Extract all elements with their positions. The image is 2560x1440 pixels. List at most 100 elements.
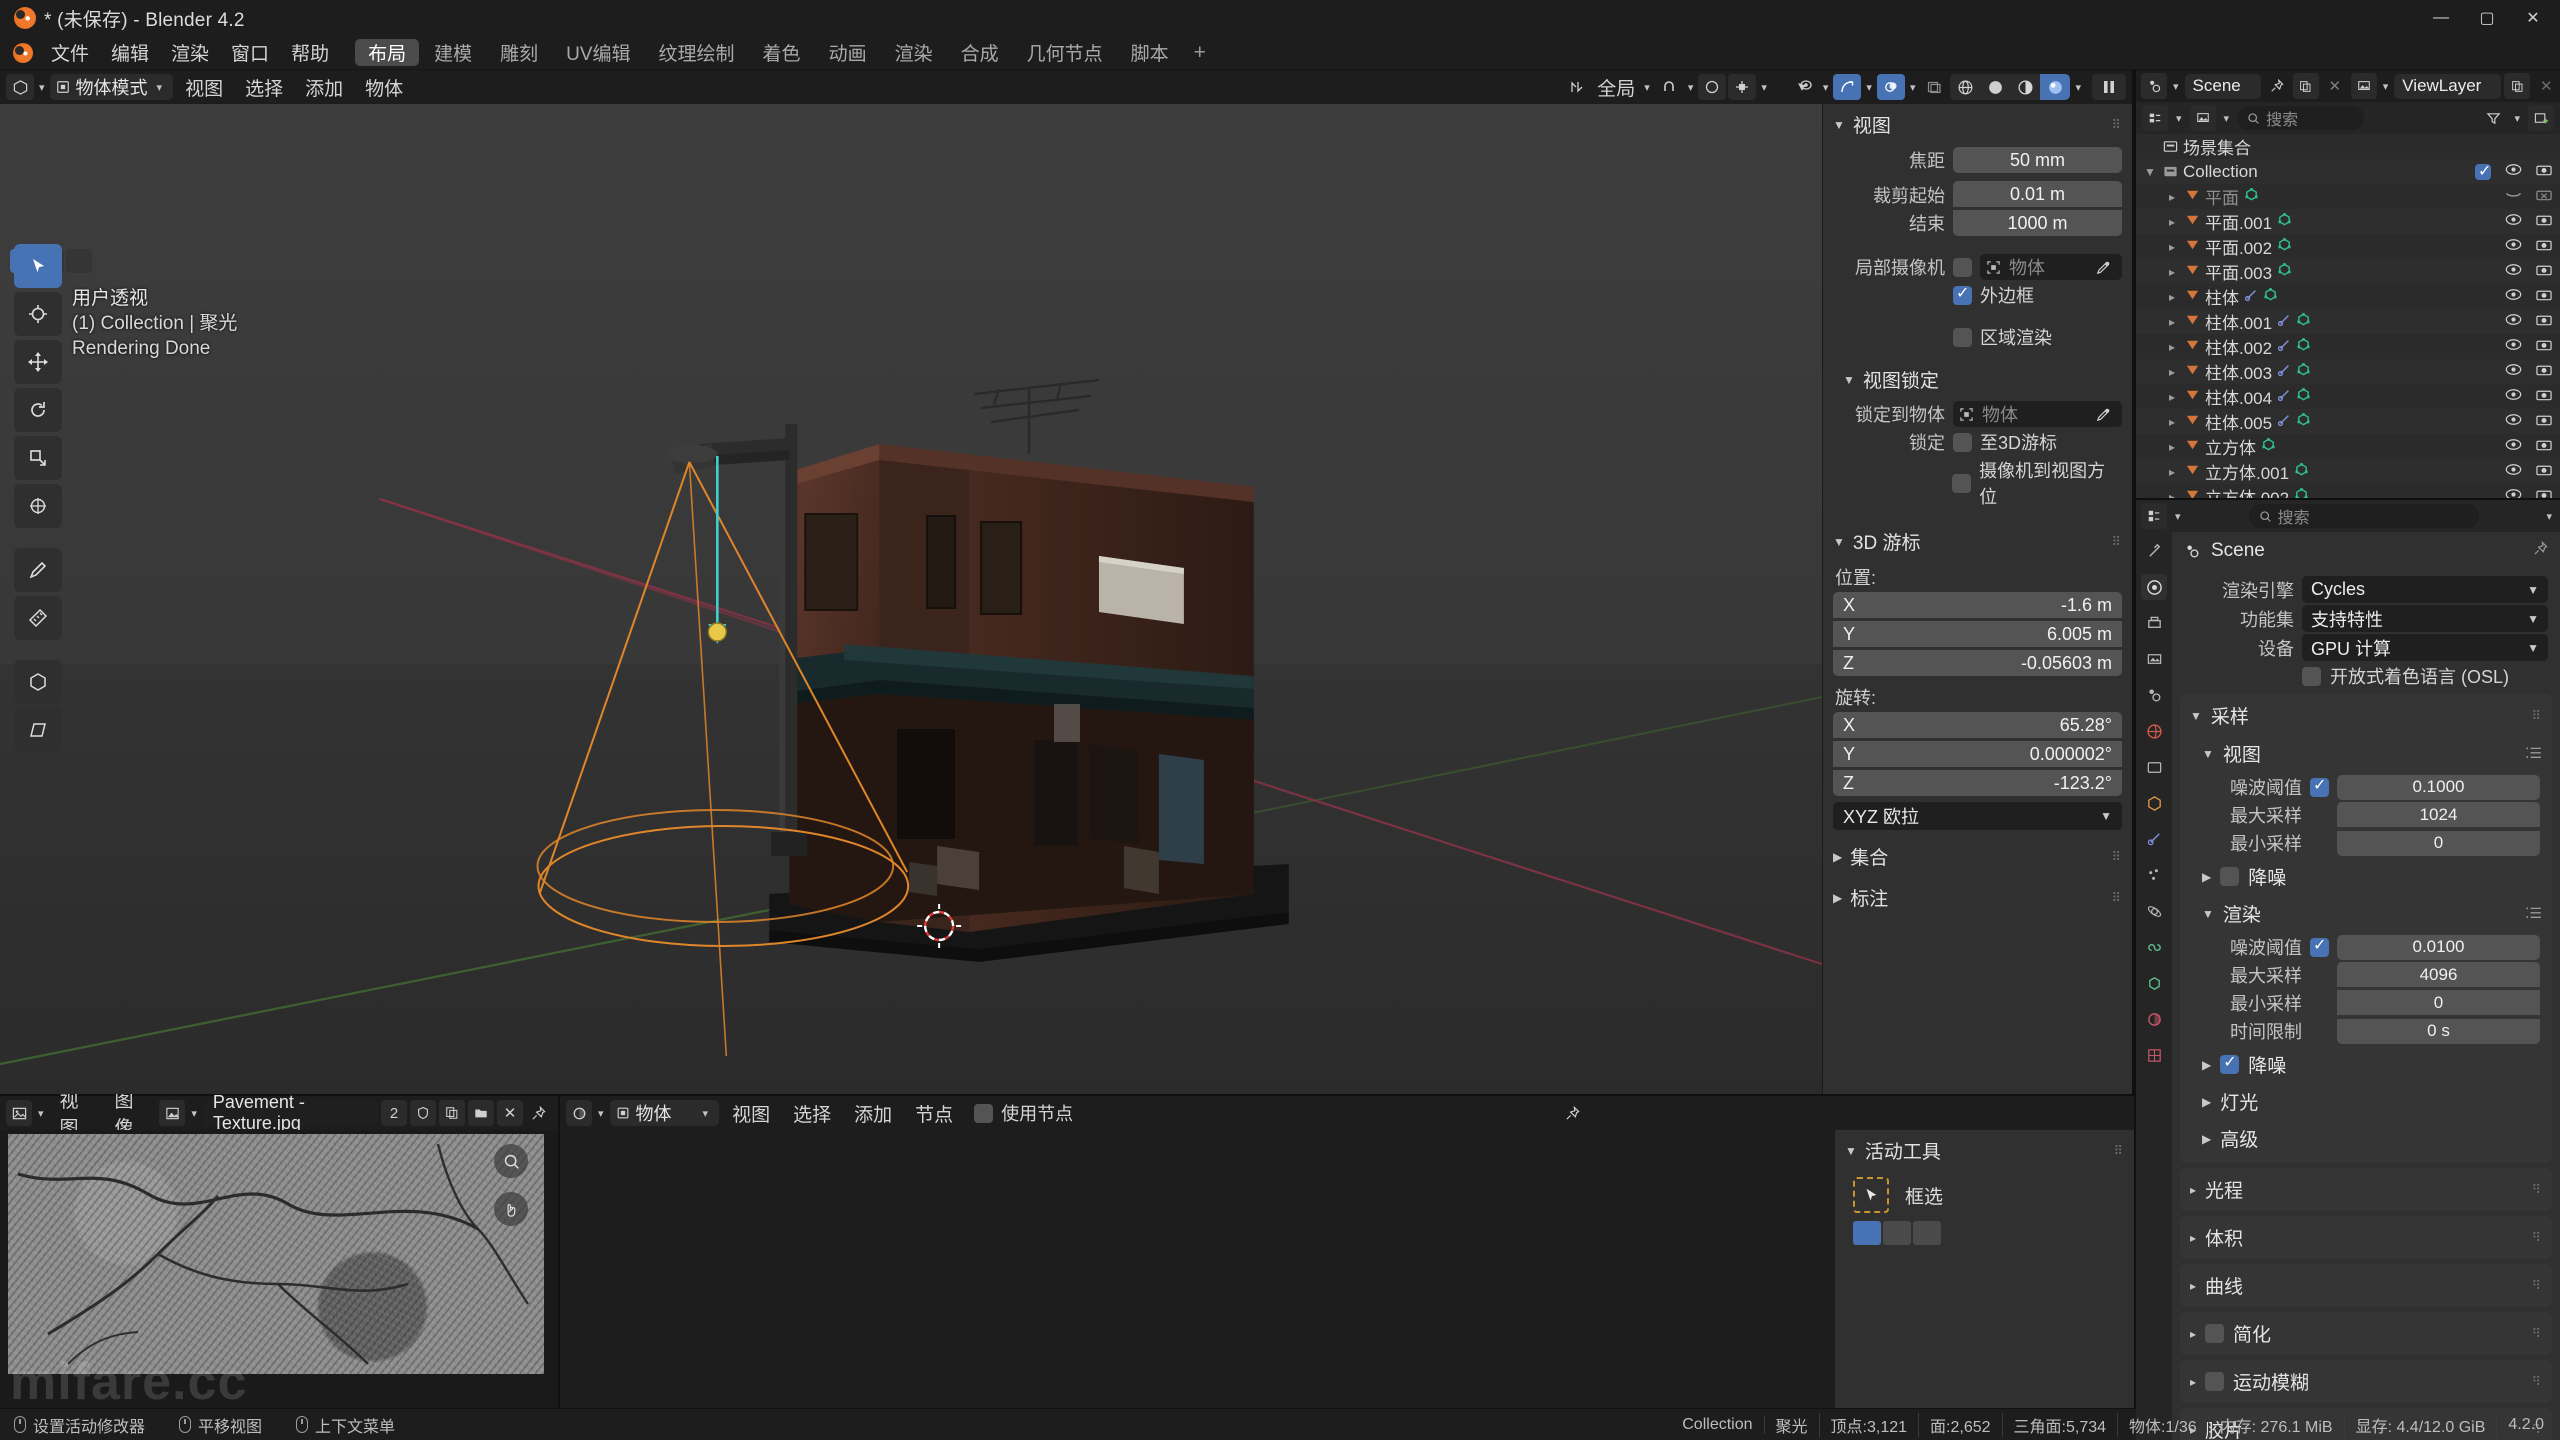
display-mode-chevron-down-icon[interactable]: ▾ [2173, 112, 2185, 125]
maximize-button[interactable]: ▢ [2464, 0, 2510, 36]
new-collection-icon[interactable] [2528, 105, 2554, 131]
collapsed-panel[interactable]: ▸ 曲线 ⠻ [2180, 1264, 2552, 1307]
viewlayer-browse-icon[interactable] [2350, 73, 2377, 99]
cursor-loc-z-field[interactable]: Z -0.05603 m [1833, 650, 2122, 676]
workspace-tab-layout[interactable]: 布局 [355, 39, 420, 66]
node-pin-icon[interactable] [1559, 1100, 1585, 1126]
camera-icon[interactable] [2536, 488, 2552, 498]
camera-icon[interactable] [2536, 263, 2552, 280]
outliner-row-object[interactable]: ▸ 立方体 [2136, 434, 2560, 459]
tool-measure-icon[interactable] [14, 596, 62, 640]
id-type-chevron-down-icon[interactable]: ▾ [2221, 112, 2233, 125]
shading-rendered-icon[interactable] [2040, 74, 2071, 100]
chevron-right-icon[interactable]: ▸ [2164, 490, 2180, 499]
show-overlays-icon[interactable] [1876, 74, 1905, 100]
viewport-noise-threshold-field[interactable]: 0.1000 [2337, 774, 2540, 800]
tab-material-icon[interactable] [2141, 1006, 2167, 1032]
editor-type-image-icon[interactable] [6, 1100, 32, 1126]
rotation-mode-dropdown[interactable]: XYZ 欧拉 ▼ [1833, 802, 2122, 830]
clip-end-field[interactable]: 1000 m [1953, 210, 2122, 236]
sampling-header[interactable]: ▼ 采样 ⠿ [2180, 696, 2552, 735]
xray-toggle-icon[interactable] [1920, 74, 1948, 100]
image-editor-type-chevron-down-icon[interactable]: ▾ [35, 1107, 47, 1120]
properties-pin-icon[interactable] [2533, 540, 2548, 562]
outliner-tree[interactable]: 场景集合 ▼ Collection ✓ ▸ 平面 ▸ 平面.001 ▸ 平面.0… [2136, 134, 2560, 498]
panel-viewlock-header[interactable]: ▼ 视图锁定 [1823, 360, 2132, 399]
workspace-tab-uvediting[interactable]: UV编辑 [553, 39, 643, 66]
tool-add-cube-icon[interactable] [14, 660, 62, 704]
eye-icon[interactable] [2505, 288, 2522, 305]
eye-icon[interactable] [2505, 238, 2522, 255]
chevron-right-icon[interactable]: ▸ [2164, 315, 2180, 329]
proportional-edit-icon[interactable] [1698, 74, 1727, 100]
outliner-row-object[interactable]: ▸ 平面.001 [2136, 209, 2560, 234]
render-engine-dropdown[interactable]: Cycles ▼ [2302, 576, 2548, 603]
render-max-samples-field[interactable]: 4096 [2337, 962, 2540, 987]
chevron-right-icon[interactable]: ▸ [2164, 390, 2180, 404]
node-menu-view[interactable]: 视图 [722, 1100, 780, 1126]
feature-set-dropdown[interactable]: 支持特性 ▼ [2302, 605, 2548, 632]
chevron-right-icon[interactable]: ▸ [2164, 340, 2180, 354]
panel-enable-checkbox[interactable] [2205, 1324, 2225, 1343]
render-noise-threshold-field[interactable]: 0.0100 [2337, 934, 2540, 960]
local-camera-checkbox[interactable] [1953, 257, 1972, 277]
pin-icon[interactable] [526, 1100, 552, 1126]
menu-edit[interactable]: 编辑 [100, 36, 160, 69]
viewport-menu-select[interactable]: 选择 [235, 74, 293, 100]
tab-data-icon[interactable] [2141, 970, 2167, 996]
select-lasso-icon[interactable] [66, 249, 92, 273]
image-browse-icon[interactable] [159, 1100, 186, 1126]
outliner-row-object[interactable]: ▸ 平面.003 [2136, 259, 2560, 284]
workspace-tab-sculpting[interactable]: 雕刻 [487, 39, 551, 66]
overlays-chevron-down-icon[interactable]: ▾ [1907, 81, 1919, 94]
chevron-right-icon[interactable]: ▸ [2164, 240, 2180, 254]
image-name-field[interactable]: Pavement - Texture.jpg [202, 1092, 378, 1133]
menu-help[interactable]: 帮助 [280, 36, 340, 69]
camera-icon[interactable] [2536, 238, 2552, 255]
local-camera-field[interactable]: 物体 [1980, 254, 2122, 280]
scene-pin-icon[interactable] [2264, 73, 2290, 99]
tab-physics-icon[interactable] [2141, 898, 2167, 924]
camera-icon[interactable] [2536, 163, 2552, 180]
cursor-rot-x-field[interactable]: X 65.28° [1833, 712, 2122, 738]
properties-editor-type-icon[interactable] [2141, 503, 2167, 529]
gizmo-chevron-down-icon[interactable]: ▾ [1863, 81, 1875, 94]
remove-scene-close-icon[interactable]: ✕ [2322, 73, 2348, 99]
eye-icon[interactable] [2505, 488, 2522, 498]
panel-annotations-header[interactable]: ▶ 标注 ⠿ [1823, 877, 2132, 918]
camera-icon[interactable] [2536, 413, 2552, 430]
panel-view-header[interactable]: ▼ 视图 ⠿ [1823, 104, 2132, 145]
properties-type-chevron-down-icon[interactable]: ▾ [2172, 510, 2184, 523]
camera-icon[interactable] [2536, 463, 2552, 480]
snap-chevron-down-icon[interactable]: ▾ [1685, 81, 1697, 94]
viewport-noise-threshold-checkbox[interactable] [2310, 775, 2329, 797]
eye-icon[interactable] [2505, 213, 2522, 230]
render-noise-threshold-checkbox[interactable] [2310, 935, 2329, 957]
viewport-menu-view[interactable]: 视图 [175, 74, 233, 100]
collapsed-panel[interactable]: ▸ 简化 ⠻ [2180, 1312, 2552, 1355]
tool-cursor-icon[interactable] [14, 292, 62, 336]
show-gizmo-icon[interactable] [1833, 74, 1862, 100]
cursor-loc-y-field[interactable]: Y 6.005 m [1833, 621, 2122, 647]
panel-active-tool-header[interactable]: ▼ 活动工具 ⠿ [1835, 1130, 2134, 1171]
cursor-loc-x-field[interactable]: X -1.6 m [1833, 592, 2122, 618]
tab-output-icon[interactable] [2141, 610, 2167, 636]
viewport-3d-canvas[interactable]: 用户透视 (1) Collection | 聚光 Rendering Done [0, 104, 2132, 1094]
camera-icon[interactable] [2536, 313, 2552, 330]
sampling-viewport-header[interactable]: ▼ 视图 ⁚☰ [2180, 735, 2552, 772]
presets-list-icon[interactable]: ⁚☰ [2525, 905, 2542, 922]
editor-type-chevron-down-icon[interactable]: ▾ [36, 81, 48, 94]
menu-file[interactable]: 文件 [40, 36, 100, 69]
render-time-limit-field[interactable]: 0 s [2337, 1018, 2540, 1044]
node-menu-select[interactable]: 选择 [783, 1100, 841, 1126]
tool-scale-icon[interactable] [14, 436, 62, 480]
transform-orientation-icon[interactable] [1563, 74, 1591, 100]
outliner-row-scene-collection[interactable]: 场景集合 [2136, 134, 2560, 159]
viewport-max-samples-field[interactable]: 1024 [2337, 802, 2540, 827]
focal-length-field[interactable]: 50 mm [1953, 147, 2122, 173]
viewport-visibility-icon[interactable] [1790, 74, 1818, 100]
close-button[interactable]: ✕ [2510, 0, 2556, 36]
device-dropdown[interactable]: GPU 计算 ▼ [2302, 634, 2548, 661]
panel-enable-checkbox[interactable] [2205, 1372, 2225, 1391]
chevron-right-icon[interactable]: ▸ [2164, 465, 2180, 479]
